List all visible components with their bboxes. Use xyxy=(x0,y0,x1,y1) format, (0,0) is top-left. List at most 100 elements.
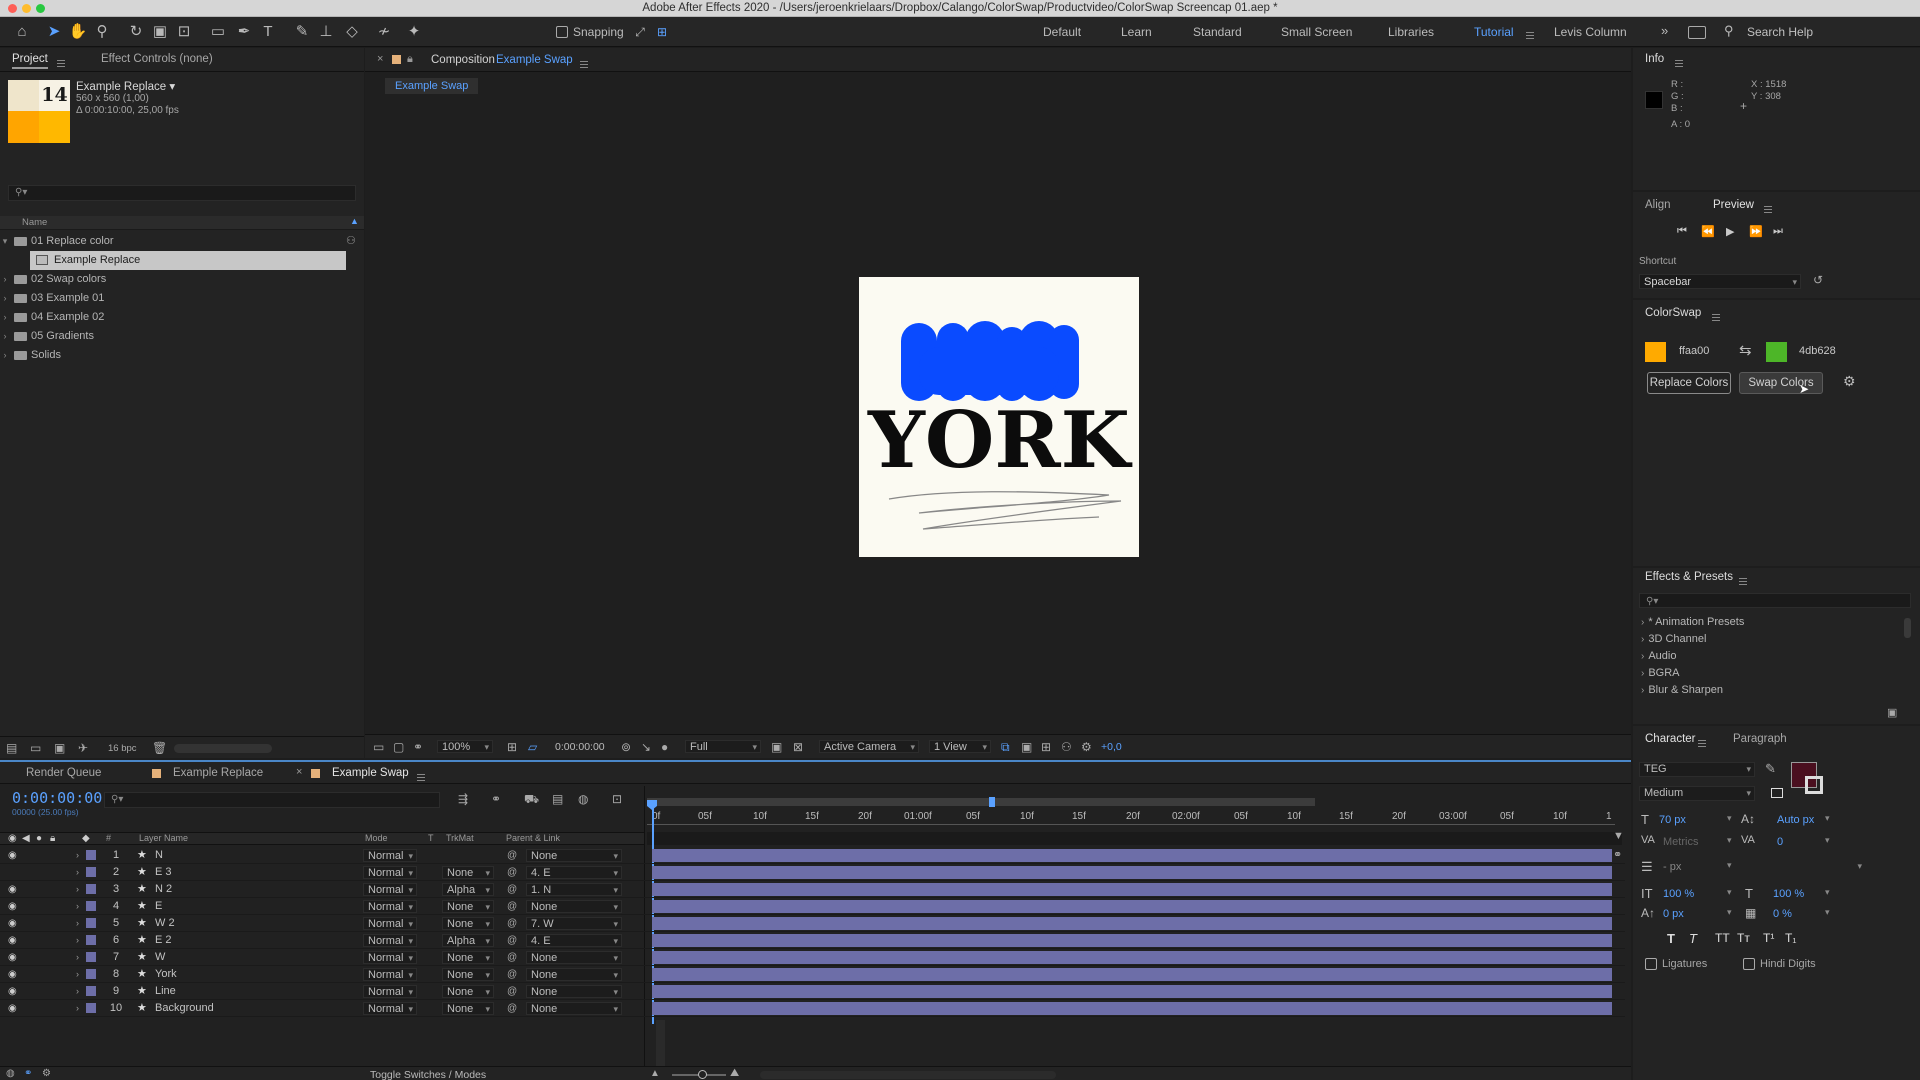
tab-character[interactable]: Character xyxy=(1645,733,1696,745)
layer-parent-dropdown[interactable]: None xyxy=(526,968,622,982)
toggle-switches-modes-button[interactable]: Toggle Switches / Modes xyxy=(370,1069,486,1080)
layer-mode-dropdown[interactable]: Normal xyxy=(363,1002,417,1016)
all-caps-icon[interactable]: TT xyxy=(1715,931,1730,945)
project-item-example-replace[interactable]: Example Replace xyxy=(30,251,346,270)
pick-whip-icon[interactable]: @ xyxy=(507,1000,517,1017)
project-item-replace-color[interactable]: ▾ 01 Replace color ⚇ xyxy=(0,232,356,251)
snap-options-icon[interactable]: ⤢ xyxy=(630,22,650,42)
roto-brush-tool-icon[interactable]: ≁ xyxy=(374,22,394,42)
color-two-hex-field[interactable]: 4db628 xyxy=(1793,343,1847,361)
region-of-interest-icon[interactable]: ▣ xyxy=(771,740,782,754)
layer-name[interactable]: N xyxy=(155,847,163,864)
tab-effect-controls[interactable]: Effect Controls (none) xyxy=(101,53,213,65)
views-dropdown[interactable]: 1 View xyxy=(929,740,991,754)
flowchart-icon[interactable]: ⚇ xyxy=(346,232,356,251)
layer-name[interactable]: N 2 xyxy=(155,881,172,898)
tab-render-queue[interactable]: Render Queue xyxy=(26,767,101,779)
eye-icon[interactable]: ◉ xyxy=(8,932,17,949)
layer-parent-dropdown[interactable]: None xyxy=(526,985,622,999)
close-tab-icon[interactable]: × xyxy=(377,53,383,65)
tab-project[interactable]: Project xyxy=(12,53,48,69)
small-caps-icon[interactable]: Tт xyxy=(1737,931,1750,945)
layer-duration-bar[interactable] xyxy=(652,968,1612,981)
t-column-header[interactable]: T xyxy=(428,833,434,843)
mode-column-header[interactable]: Mode xyxy=(365,833,388,843)
layer-mode-dropdown[interactable]: Normal xyxy=(363,951,417,965)
layer-name[interactable]: E 2 xyxy=(155,932,172,949)
effects-item[interactable]: › BGRA xyxy=(1641,667,1680,679)
zoom-dropdown[interactable]: 100% xyxy=(437,740,493,754)
layer-duration-bar[interactable] xyxy=(652,917,1612,930)
camera-dropdown[interactable]: Active Camera xyxy=(819,740,919,754)
tab-example-swap[interactable]: Example Swap xyxy=(332,767,409,779)
pick-whip-icon[interactable]: @ xyxy=(507,864,517,881)
effects-menu-icon[interactable] xyxy=(1739,577,1747,585)
color-one-hex-field[interactable]: ffaa00 xyxy=(1673,343,1723,361)
project-item-example-02[interactable]: › 04 Example 02 xyxy=(0,308,350,327)
swap-colors-button[interactable]: Swap Colors xyxy=(1739,372,1823,394)
camera-tool-icon[interactable]: ▣ xyxy=(150,22,170,42)
chevron-right-icon[interactable]: › xyxy=(76,881,79,898)
channel-icon[interactable]: ● xyxy=(661,740,668,754)
sync-settings-icon[interactable] xyxy=(1688,26,1706,39)
chevron-right-icon[interactable]: › xyxy=(76,915,79,932)
layer-row[interactable]: ◉ › 6 ★ E 2 Normal Alpha @4. E xyxy=(0,932,1625,949)
zoom-window-button[interactable] xyxy=(36,4,45,13)
pick-whip-icon[interactable]: @ xyxy=(507,915,517,932)
layer-trkmat-dropdown[interactable]: None xyxy=(442,968,494,982)
transparency-grid-icon[interactable]: ⊠ xyxy=(793,740,803,754)
audio-icon[interactable]: ◀ xyxy=(22,833,30,844)
parent-column-header[interactable]: Parent & Link xyxy=(506,833,560,843)
chevron-right-icon[interactable]: › xyxy=(76,898,79,915)
font-style-dropdown[interactable]: Medium xyxy=(1639,786,1755,801)
effects-item[interactable]: › * Animation Presets xyxy=(1641,616,1744,628)
last-frame-icon[interactable]: ⏭ xyxy=(1773,225,1783,238)
timeline-icon[interactable]: ⊞ xyxy=(1041,740,1051,754)
font-size-chevron-icon[interactable]: ▾ xyxy=(1727,813,1732,824)
settings-gear-icon[interactable]: ⚙ xyxy=(1843,373,1856,390)
layer-name[interactable]: W xyxy=(155,949,165,966)
tab-align[interactable]: Align xyxy=(1645,199,1671,211)
effects-item[interactable]: › Blur & Sharpen xyxy=(1641,684,1723,696)
layer-label-color[interactable] xyxy=(86,952,96,962)
thumbnail-size-slider[interactable] xyxy=(174,744,272,753)
workspace-libraries[interactable]: Libraries xyxy=(1388,25,1434,39)
layer-row[interactable]: ◉ › 7 ★ W Normal None @ None xyxy=(0,949,1625,966)
trkmat-column-header[interactable]: TrkMat xyxy=(446,833,474,843)
effects-scrollbar[interactable] xyxy=(1904,618,1911,638)
project-menu-icon[interactable] xyxy=(57,59,65,67)
layer-parent-dropdown[interactable]: None xyxy=(526,951,622,965)
project-search-input[interactable]: ⚲▾ xyxy=(8,185,356,201)
workspace-small-screen[interactable]: Small Screen xyxy=(1281,25,1352,39)
composition-tab-name[interactable]: Example Swap xyxy=(496,54,573,66)
expand-switches-icon[interactable]: ⚭ xyxy=(24,1068,32,1079)
project-item-example-01[interactable]: › 03 Example 01 xyxy=(0,289,350,308)
layer-row[interactable]: ◉ › 3 ★ N 2 Normal Alpha @1. N xyxy=(0,881,1625,898)
layer-name[interactable]: York xyxy=(155,966,177,983)
timeline-horizontal-scrollbar[interactable] xyxy=(760,1071,1056,1079)
next-frame-icon[interactable]: ⏩ xyxy=(1749,225,1763,238)
type-tool-icon[interactable]: T xyxy=(258,22,278,42)
layer-row[interactable]: ◉ › 8 ★ York Normal None @ None xyxy=(0,966,1625,983)
layer-name[interactable]: E xyxy=(155,898,162,915)
close-tab-icon[interactable]: × xyxy=(296,766,302,778)
search-help-icon[interactable]: ⚲ xyxy=(1724,23,1734,39)
chevron-right-icon[interactable]: › xyxy=(76,932,79,949)
subscript-icon[interactable]: T₁ xyxy=(1785,931,1796,945)
layer-mode-dropdown[interactable]: Normal xyxy=(363,900,417,914)
layer-mode-dropdown[interactable]: Normal xyxy=(363,917,417,931)
expand-modes-icon[interactable]: ⚙ xyxy=(42,1068,51,1079)
leading-value[interactable]: Auto px xyxy=(1777,814,1814,826)
frame-blending-icon[interactable]: ▤ xyxy=(552,792,563,806)
fast-previews-icon[interactable]: ▣ xyxy=(1021,740,1032,754)
new-composition-icon[interactable]: ▣ xyxy=(54,741,65,755)
chevron-right-icon[interactable]: › xyxy=(0,346,10,365)
name-column-header[interactable]: Name xyxy=(22,217,47,228)
composition-mini-flowchart-icon[interactable]: ⇶ xyxy=(458,792,468,806)
flowchart-view-icon[interactable]: ⚇ xyxy=(1061,740,1072,754)
info-menu-icon[interactable] xyxy=(1675,59,1683,67)
selection-tool-icon[interactable]: ➤ xyxy=(44,22,64,42)
timeline-timecode[interactable]: 0:00:00:00 xyxy=(12,789,102,807)
layer-mode-dropdown[interactable]: Normal xyxy=(363,883,417,897)
layer-mode-dropdown[interactable]: Normal xyxy=(363,866,417,880)
